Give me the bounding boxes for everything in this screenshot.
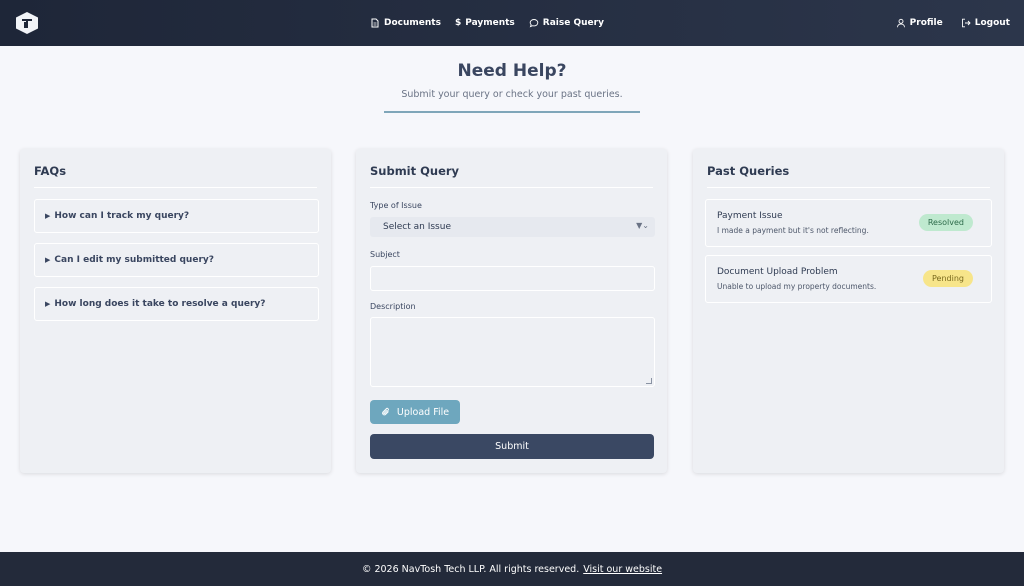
logo-icon[interactable] (16, 12, 38, 34)
faqs-card: FAQs ▶ How can I track my query? ▶ Can I… (20, 149, 331, 473)
website-link[interactable]: Visit our website (583, 564, 662, 575)
faq-question: How can I track my query? (54, 211, 190, 221)
past-queries-card: Past Queries Payment Issue I made a paym… (693, 149, 1004, 473)
top-navbar: Documents $ Payments Raise Query Profile… (0, 0, 1024, 46)
paperclip-icon (382, 407, 389, 416)
nav-payments-label: Payments (465, 18, 515, 28)
user-nav: Profile Logout (896, 0, 1010, 46)
status-badge: Resolved (918, 214, 973, 231)
dollar-icon: $ (454, 18, 462, 28)
past-queries-title: Past Queries (707, 164, 790, 178)
faqs-divider (34, 187, 317, 188)
nav-raise-query-label: Raise Query (542, 18, 604, 28)
subject-label: Subject (370, 250, 400, 259)
description-label: Description (370, 302, 416, 311)
page-subtitle: Submit your query or check your past que… (401, 89, 623, 100)
nav-documents[interactable]: Documents (370, 18, 441, 28)
caret-right-icon: ▶ (45, 256, 51, 264)
page-title: Need Help? (457, 61, 567, 81)
description-textarea[interactable] (370, 317, 655, 387)
submit-query-card: Submit Query Type of Issue Select an Iss… (356, 149, 667, 473)
query-description: I made a payment but it's not reflecting… (717, 226, 869, 235)
faq-item[interactable]: ▶ How can I track my query? (34, 199, 319, 233)
logout-icon (961, 18, 971, 28)
faq-question: How long does it take to resolve a query… (54, 299, 266, 309)
chevron-down-icon: ▼⌄ (636, 221, 649, 230)
profile-label: Profile (909, 18, 943, 28)
issue-type-value: Select an Issue (383, 222, 451, 232)
status-badge: Pending (923, 270, 973, 287)
query-item[interactable]: Document Upload Problem Unable to upload… (705, 255, 992, 303)
faqs-title: FAQs (34, 164, 67, 178)
footer-copyright: © 2026 NavTosh Tech LLP. All rights rese… (361, 563, 580, 575)
upload-file-button[interactable]: Upload File (370, 400, 460, 424)
nav-documents-label: Documents (384, 18, 441, 28)
subject-input[interactable] (370, 266, 655, 291)
main-nav: Documents $ Payments Raise Query (370, 0, 604, 46)
logout-label: Logout (974, 18, 1010, 28)
faq-item[interactable]: ▶ How long does it take to resolve a que… (34, 287, 319, 321)
user-icon (896, 18, 905, 28)
faq-question: Can I edit my submitted query? (54, 255, 214, 265)
caret-right-icon: ▶ (45, 212, 51, 220)
query-title: Document Upload Problem (717, 267, 838, 277)
submit-query-divider (370, 187, 653, 188)
footer: © 2026 NavTosh Tech LLP. All rights rese… (0, 552, 1024, 586)
document-icon (371, 18, 379, 28)
chat-bubble-icon (529, 19, 539, 28)
profile-link[interactable]: Profile (896, 18, 943, 28)
faq-item[interactable]: ▶ Can I edit my submitted query? (34, 243, 319, 277)
caret-right-icon: ▶ (45, 300, 51, 308)
upload-file-label: Upload File (396, 406, 450, 418)
logout-link[interactable]: Logout (961, 18, 1010, 28)
submit-button[interactable]: Submit (370, 434, 654, 459)
submit-label: Submit (495, 441, 529, 452)
nav-raise-query[interactable]: Raise Query (529, 18, 604, 28)
issue-type-select[interactable]: Select an Issue ▼⌄ (370, 217, 655, 237)
resize-handle-icon[interactable] (646, 378, 652, 384)
query-item[interactable]: Payment Issue I made a payment but it's … (705, 199, 992, 247)
title-underline (384, 111, 640, 113)
nav-payments[interactable]: $ Payments (455, 18, 515, 28)
past-queries-divider (707, 187, 990, 188)
query-description: Unable to upload my property documents. (717, 282, 877, 291)
issue-type-label: Type of Issue (370, 201, 422, 210)
submit-query-title: Submit Query (370, 164, 460, 178)
query-title: Payment Issue (717, 211, 783, 221)
